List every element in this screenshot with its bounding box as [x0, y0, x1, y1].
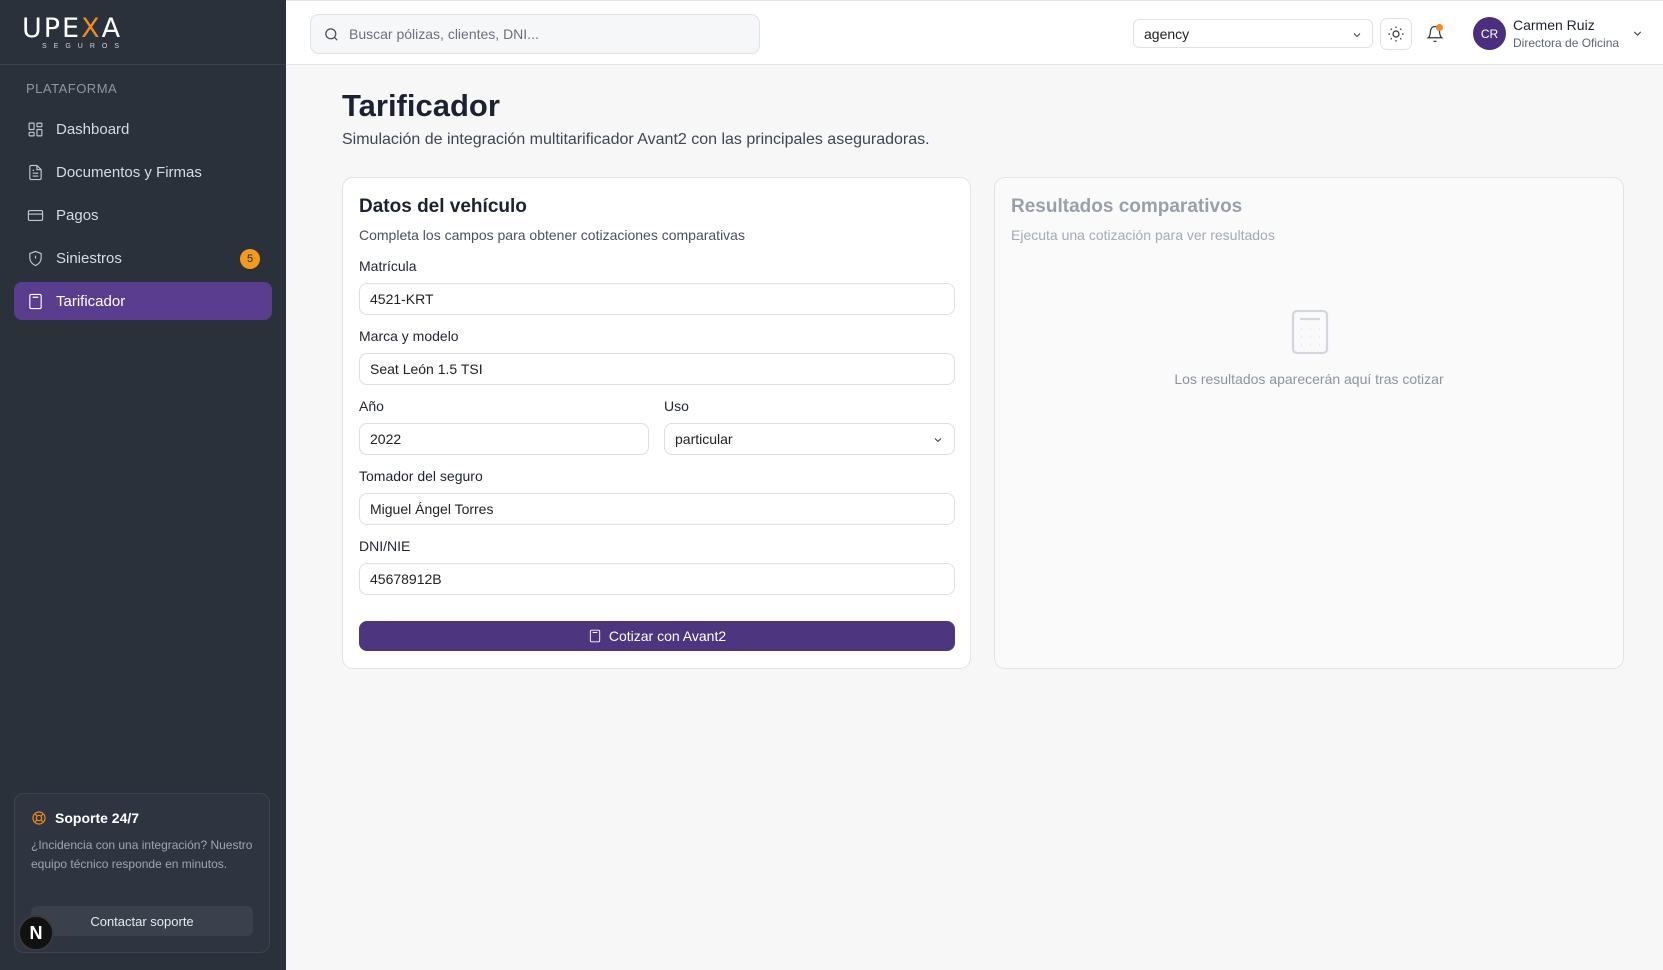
logo[interactable]: UPEXA SEGUROS: [0, 0, 286, 65]
sidebar-item-dashboard[interactable]: Dashboard: [14, 110, 272, 148]
calculator-icon: [589, 629, 600, 643]
card-title: Datos del vehículo: [359, 196, 527, 217]
notification-dot: [1436, 24, 1443, 31]
marca-field[interactable]: [359, 353, 955, 385]
chevron-down-icon[interactable]: [1631, 27, 1644, 40]
avatar[interactable]: CR: [1473, 17, 1506, 50]
tenant-select[interactable]: agency: [1133, 19, 1373, 48]
credit-card-icon: [26, 206, 44, 224]
dni-field[interactable]: [359, 563, 955, 595]
sidebar-item-label: Documentos y Firmas: [56, 163, 202, 181]
sidebar-item-label: Dashboard: [56, 120, 130, 138]
search-icon: [325, 27, 338, 41]
lifebuoy-icon: [32, 811, 46, 825]
sidebar-section-label: PLATAFORMA: [26, 81, 118, 96]
sidebar-item-pagos[interactable]: Pagos: [14, 196, 272, 234]
sidebar-item-label: Tarificador: [56, 292, 126, 310]
card-description: Completa los campos para obtener cotizac…: [359, 227, 745, 243]
card-title: Resultados comparativos: [1011, 196, 1243, 217]
page-title: Tarificador: [342, 88, 500, 123]
sidebar-item-label: Pagos: [56, 206, 99, 224]
anio-label: Año: [359, 398, 384, 414]
sidebar-nav: Dashboard Documentos y Firmas Pagos Sini…: [0, 110, 286, 320]
dni-label: DNI/NIE: [359, 538, 411, 554]
logo-wordmark: UPEXA: [22, 12, 123, 44]
sun-icon: [1388, 26, 1404, 42]
dev-tools-badge[interactable]: N: [18, 915, 54, 951]
sidebar-item-siniestros[interactable]: Siniestros 5: [14, 239, 272, 277]
uso-label: Uso: [664, 398, 689, 414]
calculator-icon: [26, 292, 44, 310]
vehicle-form-card: Datos del vehículo Completa los campos p…: [342, 177, 971, 669]
shield-icon: [26, 249, 44, 267]
support-text: ¿Incidencia con una integración? Nuestro…: [31, 838, 253, 871]
user-role: Directora de Oficina: [1513, 36, 1620, 50]
search-input[interactable]: [349, 26, 749, 42]
marca-label: Marca y modelo: [359, 328, 459, 344]
page-subtitle: Simulación de integración multitarificad…: [342, 131, 930, 148]
sidebar-item-documentos[interactable]: Documentos y Firmas: [14, 153, 272, 191]
results-empty-text: Los resultados aparecerán aquí tras coti…: [1174, 371, 1444, 387]
quote-submit-button[interactable]: Cotizar con Avant2: [359, 621, 955, 651]
logo-subtitle: SEGUROS: [42, 42, 127, 50]
sidebar-item-label: Siniestros: [56, 249, 122, 267]
theme-toggle-button[interactable]: [1380, 18, 1412, 50]
tenant-select-value: agency: [1144, 25, 1190, 42]
anio-input[interactable]: [370, 431, 648, 447]
matricula-input[interactable]: [370, 291, 954, 307]
tomador-field[interactable]: [359, 493, 955, 525]
contact-support-button[interactable]: Contactar soporte: [31, 906, 253, 936]
logo-accent-letter: X: [81, 12, 102, 44]
anio-field[interactable]: [359, 423, 649, 455]
dashboard-icon: [26, 120, 44, 138]
uso-select-value: particular: [675, 431, 733, 447]
document-icon: [26, 163, 44, 181]
chevron-down-icon: [1353, 33, 1361, 38]
card-description: Ejecuta una cotización para ver resultad…: [1011, 227, 1275, 243]
results-card: Resultados comparativos Ejecuta una coti…: [994, 177, 1624, 669]
calculator-icon: [1291, 309, 1329, 355]
notifications-button[interactable]: [1422, 21, 1448, 47]
tomador-label: Tomador del seguro: [359, 468, 483, 484]
siniestros-count-badge: 5: [240, 249, 260, 269]
search-bar[interactable]: [310, 14, 760, 54]
dni-input[interactable]: [370, 571, 954, 587]
quote-submit-label: Cotizar con Avant2: [608, 628, 727, 644]
sidebar-item-tarificador[interactable]: Tarificador: [14, 282, 272, 320]
top-header: agency CR Carmen Ruiz Directora de Ofici…: [286, 0, 1663, 65]
matricula-label: Matrícula: [359, 258, 417, 274]
marca-input[interactable]: [370, 361, 954, 377]
matricula-field[interactable]: [359, 283, 955, 315]
tomador-input[interactable]: [370, 501, 954, 517]
user-name[interactable]: Carmen Ruiz: [1513, 17, 1595, 33]
support-title: Soporte 24/7: [55, 810, 140, 826]
uso-select[interactable]: particular: [664, 423, 955, 455]
sidebar: UPEXA SEGUROS PLATAFORMA Dashboard Docum…: [0, 0, 286, 970]
chevron-down-icon: [934, 438, 942, 443]
